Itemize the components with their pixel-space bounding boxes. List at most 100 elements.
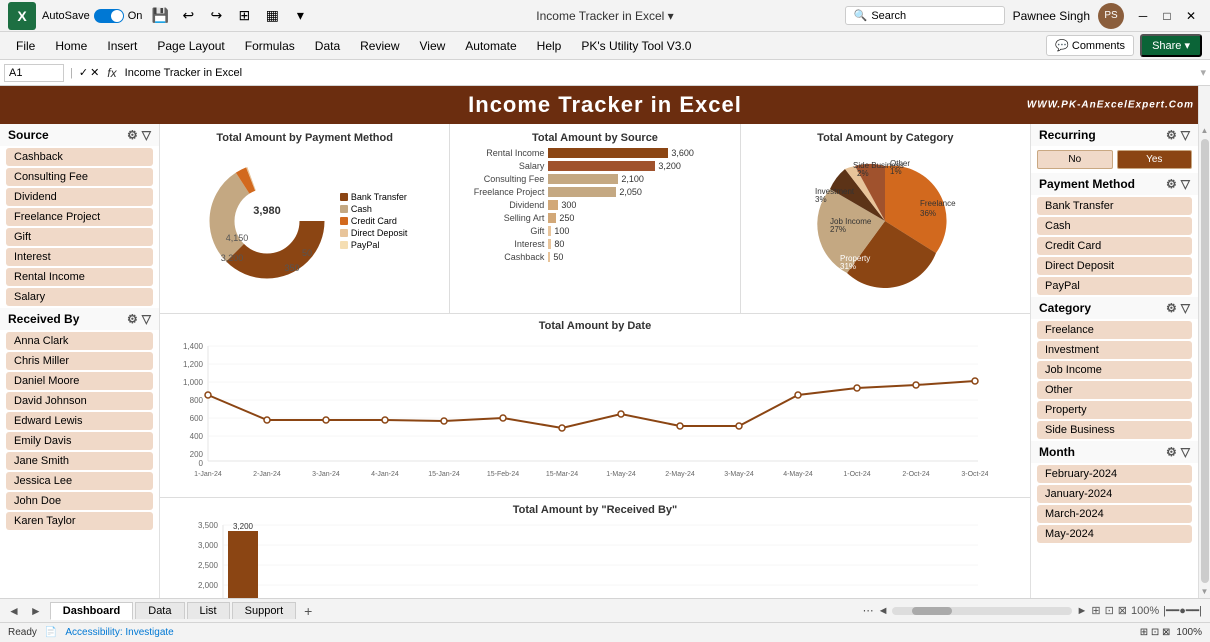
sheet-options-icon[interactable]: ⋯ xyxy=(863,604,874,617)
vertical-scrollbar[interactable]: ▲ ▼ xyxy=(1198,124,1210,598)
maximize-button[interactable]: □ xyxy=(1156,5,1178,27)
tab-list[interactable]: List xyxy=(187,602,230,619)
source-dividend[interactable]: Dividend xyxy=(6,188,153,206)
month-filter-icon[interactable]: ▽ xyxy=(1181,445,1190,459)
tab-data[interactable]: Data xyxy=(135,602,184,619)
menu-formulas[interactable]: Formulas xyxy=(237,35,303,57)
received-sort-icon[interactable]: ⚙ xyxy=(127,312,138,326)
source-interest[interactable]: Interest xyxy=(6,248,153,266)
comments-button[interactable]: 💬 Comments xyxy=(1046,35,1134,56)
payment-paypal[interactable]: PayPal xyxy=(1037,277,1192,295)
accessibility-status[interactable]: Accessibility: Investigate xyxy=(65,627,173,638)
menu-pk-tool[interactable]: PK's Utility Tool V3.0 xyxy=(573,35,699,57)
add-sheet-button[interactable]: + xyxy=(298,601,318,621)
menu-help[interactable]: Help xyxy=(529,35,570,57)
tab-nav-left[interactable]: ◄ xyxy=(4,604,24,618)
menu-file[interactable]: File xyxy=(8,35,43,57)
category-sort-icon[interactable]: ⚙ xyxy=(1166,301,1177,315)
recurring-sort-icon[interactable]: ⚙ xyxy=(1166,128,1177,142)
received-daniel-moore[interactable]: Daniel Moore xyxy=(6,372,153,390)
category-filter-icon[interactable]: ▽ xyxy=(1181,301,1190,315)
month-mar-2024[interactable]: March-2024 xyxy=(1037,505,1192,523)
payment-direct-deposit[interactable]: Direct Deposit xyxy=(1037,257,1192,275)
menu-data[interactable]: Data xyxy=(307,35,348,57)
menu-review[interactable]: Review xyxy=(352,35,407,57)
received-jane-smith[interactable]: Jane Smith xyxy=(6,452,153,470)
zoom-slider-icon[interactable]: |━━●━━| xyxy=(1163,604,1202,617)
source-cashback[interactable]: Cashback xyxy=(6,148,153,166)
month-sort-icon[interactable]: ⚙ xyxy=(1166,445,1177,459)
save-icon[interactable]: 💾 xyxy=(148,4,172,28)
horizontal-scrollbar[interactable] xyxy=(892,607,1072,615)
source-consulting-fee[interactable]: Consulting Fee xyxy=(6,168,153,186)
source-sort-icon[interactable]: ⚙ xyxy=(127,128,138,142)
menu-home[interactable]: Home xyxy=(47,35,95,57)
scrollbar-left-icon[interactable]: ◄ xyxy=(878,605,889,617)
cell-reference-input[interactable] xyxy=(4,64,64,82)
received-david-johnson[interactable]: David Johnson xyxy=(6,392,153,410)
close-button[interactable]: ✕ xyxy=(1180,5,1202,27)
menu-automate[interactable]: Automate xyxy=(457,35,524,57)
bar-chart-svg: 3,500 3,000 2,500 2,000 3,200 xyxy=(168,520,988,598)
recurring-yes-button[interactable]: Yes xyxy=(1117,150,1193,169)
avatar[interactable]: PS xyxy=(1098,3,1124,29)
recurring-filter-icon[interactable]: ▽ xyxy=(1181,128,1190,142)
source-icons: ⚙ ▽ xyxy=(127,128,151,142)
received-john-doe[interactable]: John Doe xyxy=(6,492,153,510)
received-jessica-lee[interactable]: Jessica Lee xyxy=(6,472,153,490)
tab-nav-right[interactable]: ► xyxy=(26,604,46,618)
payment-cash[interactable]: Cash xyxy=(1037,217,1192,235)
title-dropdown[interactable]: ▾ xyxy=(668,9,674,23)
category-property[interactable]: Property xyxy=(1037,401,1192,419)
source-filter-icon[interactable]: ▽ xyxy=(142,128,151,142)
category-other[interactable]: Other xyxy=(1037,381,1192,399)
source-label: Source xyxy=(8,128,49,142)
legend-paypal: PayPal xyxy=(340,240,408,250)
category-side-business[interactable]: Side Business xyxy=(1037,421,1192,439)
menu-view[interactable]: View xyxy=(412,35,454,57)
search-box[interactable]: 🔍 Search xyxy=(845,6,1005,25)
autosave-toggle[interactable] xyxy=(94,9,124,23)
formula-expand-icon[interactable]: ▾ xyxy=(1200,66,1206,79)
undo-icon[interactable]: ↩ xyxy=(176,4,200,28)
source-freelance-project[interactable]: Freelance Project xyxy=(6,208,153,226)
source-rental-income[interactable]: Rental Income xyxy=(6,268,153,286)
tab-dashboard[interactable]: Dashboard xyxy=(50,602,133,620)
view-page-break-icon[interactable]: ⊠ xyxy=(1118,604,1127,617)
cancel-formula-icon[interactable]: ✕ xyxy=(90,66,99,79)
view-page-layout-icon[interactable]: ⊡ xyxy=(1105,604,1114,617)
redo-icon[interactable]: ↪ xyxy=(204,4,228,28)
month-may-2024[interactable]: May-2024 xyxy=(1037,525,1192,543)
bar-consulting xyxy=(548,174,618,184)
view-normal-icon[interactable]: ⊞ xyxy=(1091,604,1100,617)
received-chris-miller[interactable]: Chris Miller xyxy=(6,352,153,370)
recurring-no-button[interactable]: No xyxy=(1037,150,1113,169)
received-edward-lewis[interactable]: Edward Lewis xyxy=(6,412,153,430)
category-investment[interactable]: Investment xyxy=(1037,341,1192,359)
category-freelance[interactable]: Freelance xyxy=(1037,321,1192,339)
received-emily-davis[interactable]: Emily Davis xyxy=(6,432,153,450)
received-anna-clark[interactable]: Anna Clark xyxy=(6,332,153,350)
category-job-income[interactable]: Job Income xyxy=(1037,361,1192,379)
source-gift[interactable]: Gift xyxy=(6,228,153,246)
payment-credit-card[interactable]: Credit Card xyxy=(1037,237,1192,255)
minimize-button[interactable]: ─ xyxy=(1132,5,1154,27)
payment-bank-transfer[interactable]: Bank Transfer xyxy=(1037,197,1192,215)
share-button[interactable]: Share ▾ xyxy=(1140,34,1202,57)
month-jan-2024[interactable]: January-2024 xyxy=(1037,485,1192,503)
check-icon[interactable]: ✓ xyxy=(79,66,88,79)
dropdown-icon[interactable]: ▾ xyxy=(288,4,312,28)
received-filter-icon[interactable]: ▽ xyxy=(142,312,151,326)
scrollbar-up[interactable] xyxy=(1198,86,1210,124)
source-salary[interactable]: Salary xyxy=(6,288,153,306)
scrollbar-right-icon[interactable]: ► xyxy=(1076,605,1087,617)
tab-support[interactable]: Support xyxy=(232,602,297,619)
menu-page-layout[interactable]: Page Layout xyxy=(149,35,232,57)
received-karen-taylor[interactable]: Karen Taylor xyxy=(6,512,153,530)
payment-sort-icon[interactable]: ⚙ xyxy=(1166,177,1177,191)
month-feb-2024[interactable]: February-2024 xyxy=(1037,465,1192,483)
payment-filter-icon[interactable]: ▽ xyxy=(1181,177,1190,191)
menu-insert[interactable]: Insert xyxy=(99,35,145,57)
grid-icon[interactable]: ⊞ xyxy=(232,4,256,28)
view-icon[interactable]: ▦ xyxy=(260,4,284,28)
